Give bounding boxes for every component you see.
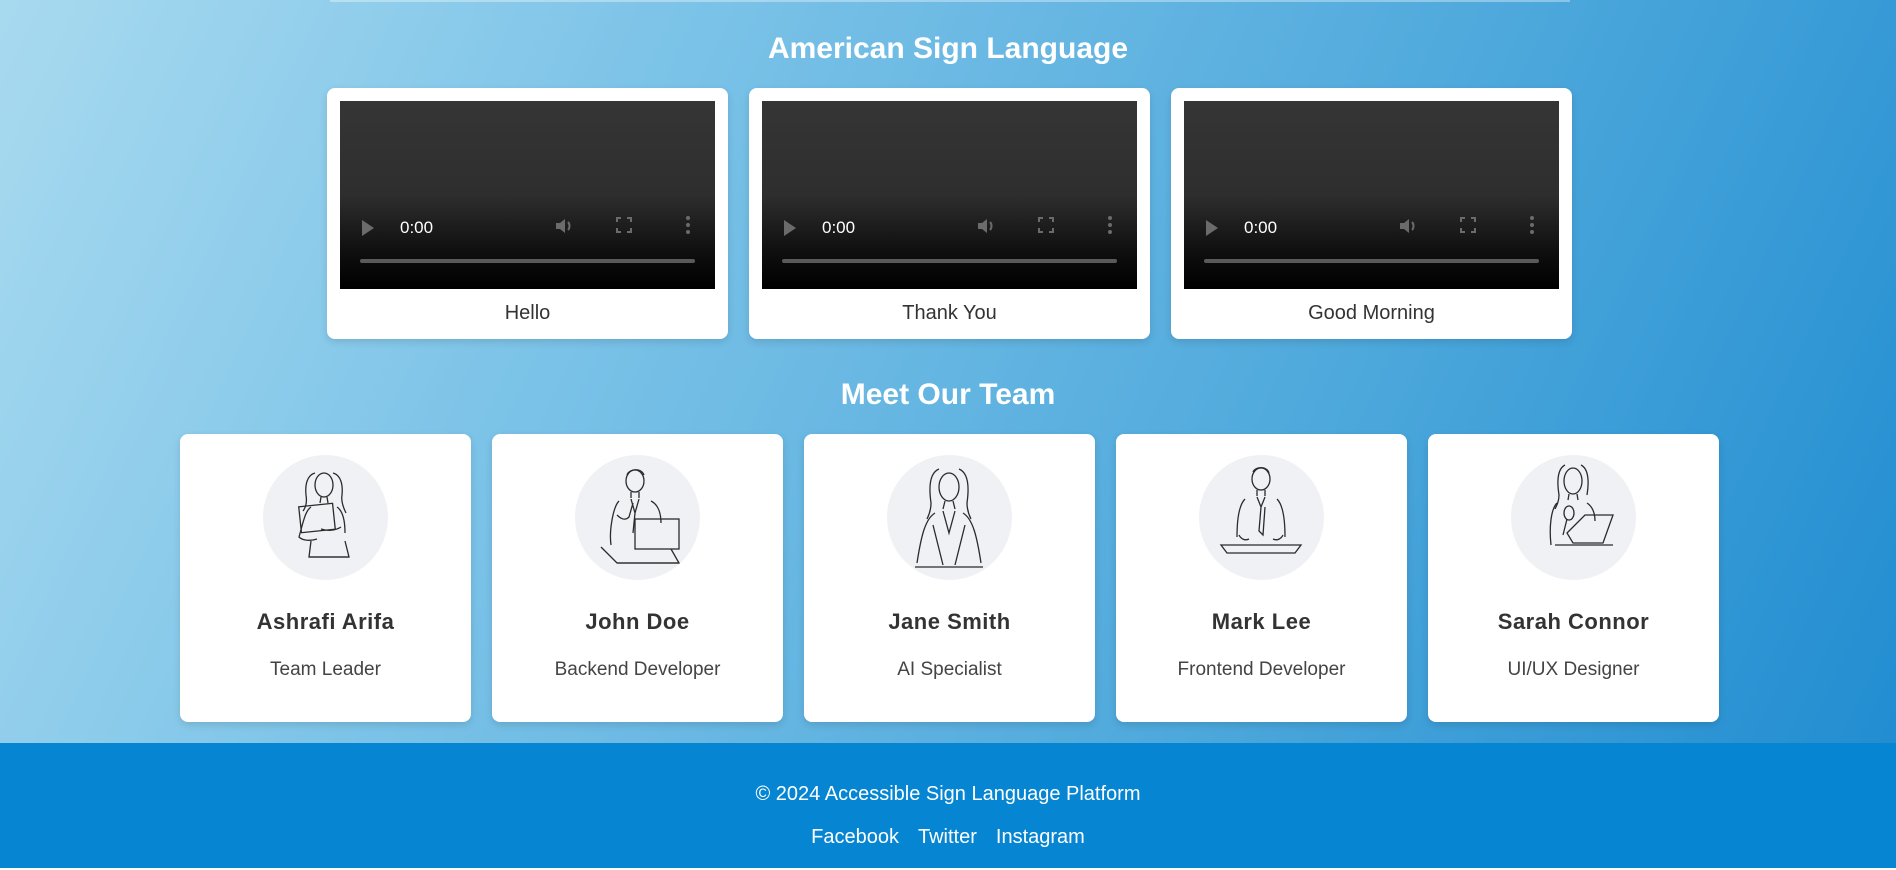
- twitter-link[interactable]: Twitter: [918, 826, 977, 849]
- member-name: Sarah Connor: [1497, 609, 1650, 634]
- play-icon[interactable]: [362, 220, 374, 236]
- footer-links: Facebook Twitter Instagram: [0, 826, 1896, 849]
- footer: © 2024 Accessible Sign Language Platform…: [0, 743, 1896, 868]
- woman-in-blazer-icon: [887, 455, 1012, 580]
- member-role: AI Specialist: [897, 659, 1002, 680]
- man-at-desk-icon: [1199, 455, 1324, 580]
- team-card-ashrafi-arifa: Ashrafi Arifa Team Leader: [180, 434, 471, 722]
- volume-icon[interactable]: [1398, 217, 1418, 240]
- video-card-thank-you: 0:00 Thank You: [749, 88, 1150, 339]
- video-card-hello: 0:00 Hello: [327, 88, 728, 339]
- member-name: John Doe: [585, 609, 690, 634]
- more-options-icon[interactable]: [1108, 216, 1112, 237]
- team-card-sarah-connor: Sarah Connor UI/UX Designer: [1428, 434, 1719, 722]
- member-name: Jane Smith: [888, 609, 1011, 634]
- member-role: UI/UX Designer: [1507, 659, 1640, 680]
- video-player[interactable]: 0:00: [340, 101, 715, 289]
- fullscreen-icon[interactable]: [1460, 217, 1476, 238]
- video-row: 0:00 Hello 0:00 Thank You 0:00 Good Morn…: [327, 88, 1572, 339]
- video-progress-bar[interactable]: [360, 259, 695, 263]
- woman-holding-folder-icon: [263, 455, 388, 580]
- video-time: 0:00: [822, 218, 856, 237]
- video-player[interactable]: 0:00: [1184, 101, 1559, 289]
- play-icon[interactable]: [1206, 220, 1218, 236]
- team-card-mark-lee: Mark Lee Frontend Developer: [1116, 434, 1407, 722]
- instagram-link[interactable]: Instagram: [996, 826, 1085, 849]
- more-options-icon[interactable]: [686, 216, 690, 237]
- team-card-jane-smith: Jane Smith AI Specialist: [804, 434, 1095, 722]
- video-time: 0:00: [400, 218, 434, 237]
- play-icon[interactable]: [784, 220, 796, 236]
- team-section-title: Meet Our Team: [840, 378, 1056, 411]
- member-role: Team Leader: [270, 659, 381, 680]
- video-label: Good Morning: [1308, 302, 1435, 324]
- video-label: Thank You: [902, 302, 997, 324]
- more-options-icon[interactable]: [1530, 216, 1534, 237]
- video-label: Hello: [504, 302, 551, 324]
- video-player[interactable]: 0:00: [762, 101, 1137, 289]
- woman-with-laptop-icon: [1511, 455, 1636, 580]
- fullscreen-icon[interactable]: [616, 217, 632, 238]
- member-name: Ashrafi Arifa: [256, 609, 395, 634]
- facebook-link[interactable]: Facebook: [811, 826, 899, 849]
- volume-icon[interactable]: [554, 217, 574, 240]
- team-card-john-doe: John Doe Backend Developer: [492, 434, 783, 722]
- video-progress-bar[interactable]: [782, 259, 1117, 263]
- footer-copyright: © 2024 Accessible Sign Language Platform: [755, 783, 1141, 805]
- top-divider: [330, 0, 1570, 2]
- member-name: Mark Lee: [1211, 609, 1312, 634]
- member-role: Frontend Developer: [1177, 659, 1346, 680]
- fullscreen-icon[interactable]: [1038, 217, 1054, 238]
- asl-section-title: American Sign Language: [767, 32, 1129, 65]
- team-row: Ashrafi Arifa Team Leader John Doe Backe…: [180, 434, 1719, 722]
- volume-icon[interactable]: [976, 217, 996, 240]
- member-role: Backend Developer: [554, 659, 721, 680]
- man-with-laptop-icon: [575, 455, 700, 580]
- video-progress-bar[interactable]: [1204, 259, 1539, 263]
- video-time: 0:00: [1244, 218, 1278, 237]
- page: American Sign Language 0:00 Hello 0:00 T…: [0, 0, 1896, 870]
- video-card-good-morning: 0:00 Good Morning: [1171, 88, 1572, 339]
